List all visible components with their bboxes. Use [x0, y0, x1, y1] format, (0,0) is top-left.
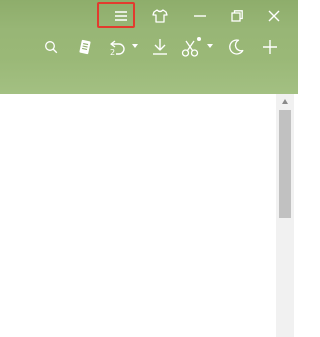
restore-button[interactable]: [222, 2, 252, 30]
page-content: [0, 94, 298, 337]
window-chrome: 2: [0, 0, 298, 94]
skin-button[interactable]: [145, 2, 175, 30]
clipboard-icon: [79, 39, 91, 55]
search-button[interactable]: [40, 34, 62, 60]
new-tab-button[interactable]: [258, 34, 282, 60]
clipboard-button[interactable]: [74, 34, 96, 60]
scroll-up-arrow[interactable]: [282, 99, 288, 104]
title-bar: [0, 0, 298, 32]
plus-icon: [263, 40, 277, 54]
scissors-icon: [181, 37, 201, 57]
close-icon: [268, 10, 280, 22]
night-mode-icon: [229, 39, 244, 55]
download-icon: [153, 39, 167, 55]
undo-dropdown[interactable]: [131, 42, 139, 50]
chevron-down-icon: [207, 44, 213, 48]
shirt-icon: [152, 9, 168, 23]
toolbar: 2: [0, 32, 298, 62]
night-mode-button[interactable]: [224, 34, 248, 60]
close-button[interactable]: [259, 2, 289, 30]
chevron-down-icon: [132, 44, 138, 48]
screenshot-button[interactable]: [178, 34, 204, 60]
screenshot-dropdown[interactable]: [206, 42, 214, 50]
undo-count: 2: [110, 48, 116, 57]
minimize-button[interactable]: [185, 2, 215, 30]
download-button[interactable]: [148, 34, 172, 60]
highlight-box: [97, 2, 135, 28]
scroll-thumb[interactable]: [279, 110, 291, 218]
restore-icon: [231, 10, 243, 22]
vertical-scrollbar[interactable]: [276, 94, 294, 337]
minimize-icon: [194, 15, 206, 17]
search-icon: [45, 41, 58, 54]
